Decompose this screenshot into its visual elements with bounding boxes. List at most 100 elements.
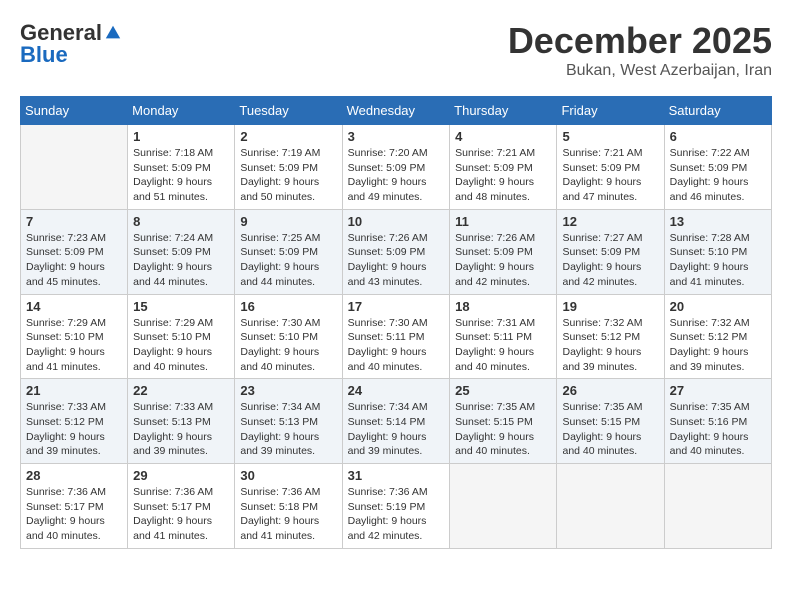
calendar-day-cell: 18Sunrise: 7:31 AM Sunset: 5:11 PM Dayli… (450, 294, 557, 379)
day-number: 12 (562, 214, 658, 229)
day-info: Sunrise: 7:34 AM Sunset: 5:14 PM Dayligh… (348, 400, 445, 459)
day-info: Sunrise: 7:25 AM Sunset: 5:09 PM Dayligh… (240, 231, 336, 290)
day-number: 29 (133, 468, 229, 483)
calendar-day-cell: 30 Sunrise: 7:36 AM Sunset: 5:18 PM Dayli… (235, 464, 342, 549)
day-number: 20 (670, 299, 766, 314)
day-number: 16 (240, 299, 336, 314)
day-number: 25 (455, 383, 551, 398)
day-info: Sunrise: 7:30 AM Sunset: 5:11 PM Dayligh… (348, 316, 445, 375)
calendar-day-cell: 13Sunrise: 7:28 AM Sunset: 5:10 PM Dayli… (664, 209, 771, 294)
title-block: December 2025 Bukan, West Azerbaijan, Ir… (508, 20, 772, 80)
day-info: Sunrise: 7:29 AM Sunset: 5:10 PM Dayligh… (133, 316, 229, 375)
day-info: Sunrise: 7:32 AM Sunset: 5:12 PM Dayligh… (670, 316, 766, 375)
day-info: Sunrise: 7:36 AM Sunset: 5:17 PM Dayligh… (133, 485, 229, 544)
day-number: 8 (133, 214, 229, 229)
logo: General Blue (20, 20, 122, 68)
day-info: Sunrise: 7:35 AM Sunset: 5:15 PM Dayligh… (562, 400, 658, 459)
day-number: 28 (26, 468, 122, 483)
day-number: 7 (26, 214, 122, 229)
calendar-day-cell: 10 Sunrise: 7:26 AM Sunset: 5:09 PM Dayli… (342, 209, 450, 294)
day-number: 18 (455, 299, 551, 314)
day-number: 11 (455, 214, 551, 229)
day-number: 1 (133, 129, 229, 144)
day-number: 2 (240, 129, 336, 144)
logo-blue: Blue (20, 42, 68, 68)
calendar-day-cell: 2 Sunrise: 7:19 AM Sunset: 5:09 PM Daylig… (235, 125, 342, 210)
day-info: Sunrise: 7:27 AM Sunset: 5:09 PM Dayligh… (562, 231, 658, 290)
calendar-day-cell: 28 Sunrise: 7:36 AM Sunset: 5:17 PM Dayli… (21, 464, 128, 549)
calendar-header-row: SundayMondayTuesdayWednesdayThursdayFrid… (21, 97, 772, 125)
day-info: Sunrise: 7:30 AM Sunset: 5:10 PM Dayligh… (240, 316, 336, 375)
month-title: December 2025 (508, 20, 772, 62)
calendar-day-cell: 21 Sunrise: 7:33 AM Sunset: 5:12 PM Dayli… (21, 379, 128, 464)
calendar-day-header: Friday (557, 97, 664, 125)
day-info: Sunrise: 7:33 AM Sunset: 5:12 PM Dayligh… (26, 400, 122, 459)
calendar-table: SundayMondayTuesdayWednesdayThursdayFrid… (20, 96, 772, 549)
calendar-day-cell: 5Sunrise: 7:21 AM Sunset: 5:09 PM Daylig… (557, 125, 664, 210)
calendar-day-cell: 4 Sunrise: 7:21 AM Sunset: 5:09 PM Daylig… (450, 125, 557, 210)
calendar-day-cell: 17 Sunrise: 7:30 AM Sunset: 5:11 PM Dayli… (342, 294, 450, 379)
calendar-week-row: 28 Sunrise: 7:36 AM Sunset: 5:17 PM Dayli… (21, 464, 772, 549)
day-number: 21 (26, 383, 122, 398)
day-info: Sunrise: 7:28 AM Sunset: 5:10 PM Dayligh… (670, 231, 766, 290)
page-header: General Blue December 2025 Bukan, West A… (20, 20, 772, 80)
calendar-day-cell: 15 Sunrise: 7:29 AM Sunset: 5:10 PM Dayli… (128, 294, 235, 379)
calendar-day-cell (450, 464, 557, 549)
calendar-day-cell: 31 Sunrise: 7:36 AM Sunset: 5:19 PM Dayli… (342, 464, 450, 549)
calendar-day-cell: 26 Sunrise: 7:35 AM Sunset: 5:15 PM Dayli… (557, 379, 664, 464)
day-info: Sunrise: 7:29 AM Sunset: 5:10 PM Dayligh… (26, 316, 122, 375)
calendar-day-cell: 27 Sunrise: 7:35 AM Sunset: 5:16 PM Dayli… (664, 379, 771, 464)
day-number: 23 (240, 383, 336, 398)
day-number: 26 (562, 383, 658, 398)
calendar-day-header: Wednesday (342, 97, 450, 125)
day-number: 15 (133, 299, 229, 314)
calendar-day-cell: 22 Sunrise: 7:33 AM Sunset: 5:13 PM Dayli… (128, 379, 235, 464)
day-info: Sunrise: 7:21 AM Sunset: 5:09 PM Dayligh… (455, 146, 551, 205)
day-info: Sunrise: 7:35 AM Sunset: 5:15 PM Dayligh… (455, 400, 551, 459)
calendar-day-cell: 29 Sunrise: 7:36 AM Sunset: 5:17 PM Dayli… (128, 464, 235, 549)
logo-icon (104, 24, 122, 42)
day-number: 27 (670, 383, 766, 398)
calendar-week-row: 7Sunrise: 7:23 AM Sunset: 5:09 PM Daylig… (21, 209, 772, 294)
day-info: Sunrise: 7:36 AM Sunset: 5:18 PM Dayligh… (240, 485, 336, 544)
calendar-day-cell: 23Sunrise: 7:34 AM Sunset: 5:13 PM Dayli… (235, 379, 342, 464)
calendar-day-cell: 25 Sunrise: 7:35 AM Sunset: 5:15 PM Dayli… (450, 379, 557, 464)
day-number: 4 (455, 129, 551, 144)
day-number: 6 (670, 129, 766, 144)
day-number: 9 (240, 214, 336, 229)
day-number: 3 (348, 129, 445, 144)
location-subtitle: Bukan, West Azerbaijan, Iran (508, 62, 772, 80)
calendar-day-cell: 6 Sunrise: 7:22 AM Sunset: 5:09 PM Daylig… (664, 125, 771, 210)
calendar-week-row: 1Sunrise: 7:18 AM Sunset: 5:09 PM Daylig… (21, 125, 772, 210)
calendar-day-cell: 19Sunrise: 7:32 AM Sunset: 5:12 PM Dayli… (557, 294, 664, 379)
day-number: 24 (348, 383, 445, 398)
calendar-day-cell (21, 125, 128, 210)
calendar-day-cell: 24 Sunrise: 7:34 AM Sunset: 5:14 PM Dayli… (342, 379, 450, 464)
day-info: Sunrise: 7:36 AM Sunset: 5:19 PM Dayligh… (348, 485, 445, 544)
day-info: Sunrise: 7:22 AM Sunset: 5:09 PM Dayligh… (670, 146, 766, 205)
day-number: 31 (348, 468, 445, 483)
day-info: Sunrise: 7:19 AM Sunset: 5:09 PM Dayligh… (240, 146, 336, 205)
calendar-day-cell (664, 464, 771, 549)
calendar-week-row: 21 Sunrise: 7:33 AM Sunset: 5:12 PM Dayli… (21, 379, 772, 464)
day-number: 14 (26, 299, 122, 314)
calendar-day-cell: 20 Sunrise: 7:32 AM Sunset: 5:12 PM Dayli… (664, 294, 771, 379)
calendar-day-cell: 3Sunrise: 7:20 AM Sunset: 5:09 PM Daylig… (342, 125, 450, 210)
day-number: 10 (348, 214, 445, 229)
day-info: Sunrise: 7:36 AM Sunset: 5:17 PM Dayligh… (26, 485, 122, 544)
day-info: Sunrise: 7:35 AM Sunset: 5:16 PM Dayligh… (670, 400, 766, 459)
day-number: 22 (133, 383, 229, 398)
calendar-day-header: Sunday (21, 97, 128, 125)
day-info: Sunrise: 7:26 AM Sunset: 5:09 PM Dayligh… (348, 231, 445, 290)
calendar-day-header: Saturday (664, 97, 771, 125)
calendar-day-cell: 12 Sunrise: 7:27 AM Sunset: 5:09 PM Dayli… (557, 209, 664, 294)
day-number: 5 (562, 129, 658, 144)
calendar-day-cell: 8Sunrise: 7:24 AM Sunset: 5:09 PM Daylig… (128, 209, 235, 294)
calendar-day-cell: 16 Sunrise: 7:30 AM Sunset: 5:10 PM Dayli… (235, 294, 342, 379)
day-number: 30 (240, 468, 336, 483)
day-info: Sunrise: 7:33 AM Sunset: 5:13 PM Dayligh… (133, 400, 229, 459)
calendar-day-header: Thursday (450, 97, 557, 125)
day-number: 17 (348, 299, 445, 314)
calendar-day-cell: 1Sunrise: 7:18 AM Sunset: 5:09 PM Daylig… (128, 125, 235, 210)
calendar-day-cell: 14 Sunrise: 7:29 AM Sunset: 5:10 PM Dayli… (21, 294, 128, 379)
